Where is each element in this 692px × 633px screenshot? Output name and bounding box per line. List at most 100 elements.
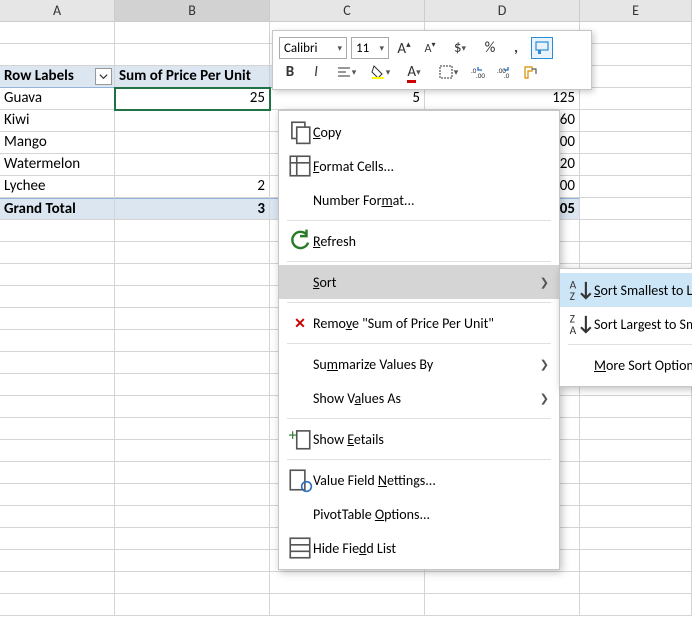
cell[interactable] — [0, 242, 115, 264]
cell[interactable] — [115, 396, 270, 418]
cell[interactable] — [115, 462, 270, 484]
cell[interactable] — [580, 506, 692, 528]
cell[interactable] — [115, 286, 270, 308]
cell[interactable] — [115, 264, 270, 286]
cell[interactable] — [0, 374, 115, 396]
cell[interactable] — [580, 44, 692, 66]
cell[interactable] — [580, 462, 692, 484]
borders-button[interactable]: ▾ — [433, 61, 463, 83]
cell[interactable] — [580, 550, 692, 572]
submenu-more-sort-options[interactable]: More Sort Options... — [560, 348, 692, 382]
align-button[interactable]: ▾ — [331, 61, 361, 83]
menu-number-format[interactable]: Number Format... — [279, 183, 559, 217]
cell[interactable] — [115, 110, 270, 132]
cell[interactable] — [580, 396, 692, 418]
cell[interactable] — [115, 308, 270, 330]
cell[interactable] — [580, 154, 692, 176]
cell[interactable] — [580, 176, 692, 198]
cell[interactable] — [580, 440, 692, 462]
menu-sort[interactable]: Sort ❯ — [279, 265, 559, 299]
cell[interactable] — [115, 352, 270, 374]
cell[interactable] — [0, 594, 115, 616]
cell[interactable] — [580, 594, 692, 616]
cell[interactable] — [580, 88, 692, 110]
accounting-format-button[interactable]: $ ▾ — [445, 37, 475, 59]
cell[interactable] — [0, 418, 115, 440]
cell[interactable] — [425, 594, 580, 616]
cell[interactable]: 125 — [425, 88, 580, 110]
format-painter-button[interactable] — [531, 37, 553, 59]
submenu-sort-smallest[interactable]: AZ Sort Smallest to Largest — [560, 273, 692, 307]
percent-format-button[interactable]: % — [479, 37, 501, 59]
cell[interactable] — [580, 220, 692, 242]
col-header-C[interactable]: C — [270, 0, 425, 22]
cell[interactable] — [580, 110, 692, 132]
cell[interactable] — [0, 22, 115, 44]
cell[interactable] — [115, 594, 270, 616]
cell[interactable] — [580, 484, 692, 506]
pivot-col-b-header[interactable]: Sum of Price Per Unit — [115, 66, 270, 88]
cell[interactable] — [425, 572, 580, 594]
cell[interactable] — [115, 550, 270, 572]
menu-format-cells[interactable]: Format Cells... — [279, 149, 559, 183]
cell[interactable] — [115, 330, 270, 352]
bold-button[interactable]: B — [279, 61, 301, 83]
pivot-rowlabels-header[interactable]: Row Labels — [0, 66, 115, 88]
pivot-row-label[interactable]: Kiwi — [0, 110, 115, 132]
cell[interactable] — [115, 132, 270, 154]
increase-decimal-button[interactable]: .0.00 — [467, 61, 489, 83]
cell[interactable] — [0, 550, 115, 572]
menu-show-values-as[interactable]: Show Values As ❯ — [279, 381, 559, 415]
cell[interactable] — [0, 286, 115, 308]
cell[interactable] — [115, 484, 270, 506]
pivot-grand-total-label[interactable]: Grand Total — [0, 198, 115, 220]
comma-format-button[interactable]: , — [505, 37, 527, 59]
decrease-decimal-button[interactable]: .00.0 — [493, 61, 515, 83]
cell[interactable] — [580, 198, 692, 220]
cell[interactable] — [0, 44, 115, 66]
pivot-row-label[interactable]: Mango — [0, 132, 115, 154]
cell[interactable]: 2 — [115, 176, 270, 198]
font-color-button[interactable]: A ▾ — [399, 61, 429, 83]
cell[interactable] — [580, 22, 692, 44]
menu-refresh[interactable]: Refresh — [279, 224, 559, 258]
cell[interactable] — [0, 220, 115, 242]
format-painter-icon[interactable] — [519, 61, 541, 83]
fill-color-button[interactable]: ▾ — [365, 61, 395, 83]
cell[interactable] — [115, 44, 270, 66]
cell[interactable] — [0, 528, 115, 550]
cell[interactable] — [580, 66, 692, 88]
cell[interactable] — [115, 506, 270, 528]
cell[interactable] — [580, 572, 692, 594]
menu-value-field-settings[interactable]: Value Field Nettings... — [279, 463, 559, 497]
font-size-dropdown[interactable]: 11 ▾ — [351, 37, 389, 59]
col-header-A[interactable]: A — [0, 0, 115, 22]
decrease-font-button[interactable]: A▾ — [419, 37, 441, 59]
pivot-grand-total-b[interactable]: 3 — [115, 198, 270, 220]
col-header-D[interactable]: D — [425, 0, 580, 22]
cell[interactable] — [115, 154, 270, 176]
cell[interactable] — [270, 572, 425, 594]
cell[interactable] — [0, 462, 115, 484]
filter-dropdown-button[interactable] — [95, 68, 112, 85]
menu-hide-field-list[interactable]: Hide Fiedd List — [279, 531, 559, 565]
cell[interactable] — [580, 132, 692, 154]
cell[interactable] — [580, 528, 692, 550]
increase-font-button[interactable]: A▴ — [393, 37, 415, 59]
col-header-B[interactable]: B — [115, 0, 270, 22]
cell[interactable] — [115, 374, 270, 396]
active-cell[interactable]: 25 — [115, 88, 270, 110]
menu-copy[interactable]: Copy — [279, 115, 559, 149]
col-header-E[interactable]: E — [580, 0, 692, 22]
cell[interactable] — [115, 572, 270, 594]
cell[interactable]: 5 — [270, 88, 425, 110]
cell[interactable] — [0, 506, 115, 528]
cell[interactable] — [0, 440, 115, 462]
font-name-dropdown[interactable]: Calibri ▾ — [279, 37, 347, 59]
cell[interactable] — [115, 440, 270, 462]
menu-remove-field[interactable]: ✕ Remove "Sum of Price Per Unit" — [279, 306, 559, 340]
menu-summarize-values-by[interactable]: Summarize Values By ❯ — [279, 347, 559, 381]
cell[interactable] — [115, 220, 270, 242]
cell[interactable] — [0, 484, 115, 506]
cell[interactable] — [580, 242, 692, 264]
